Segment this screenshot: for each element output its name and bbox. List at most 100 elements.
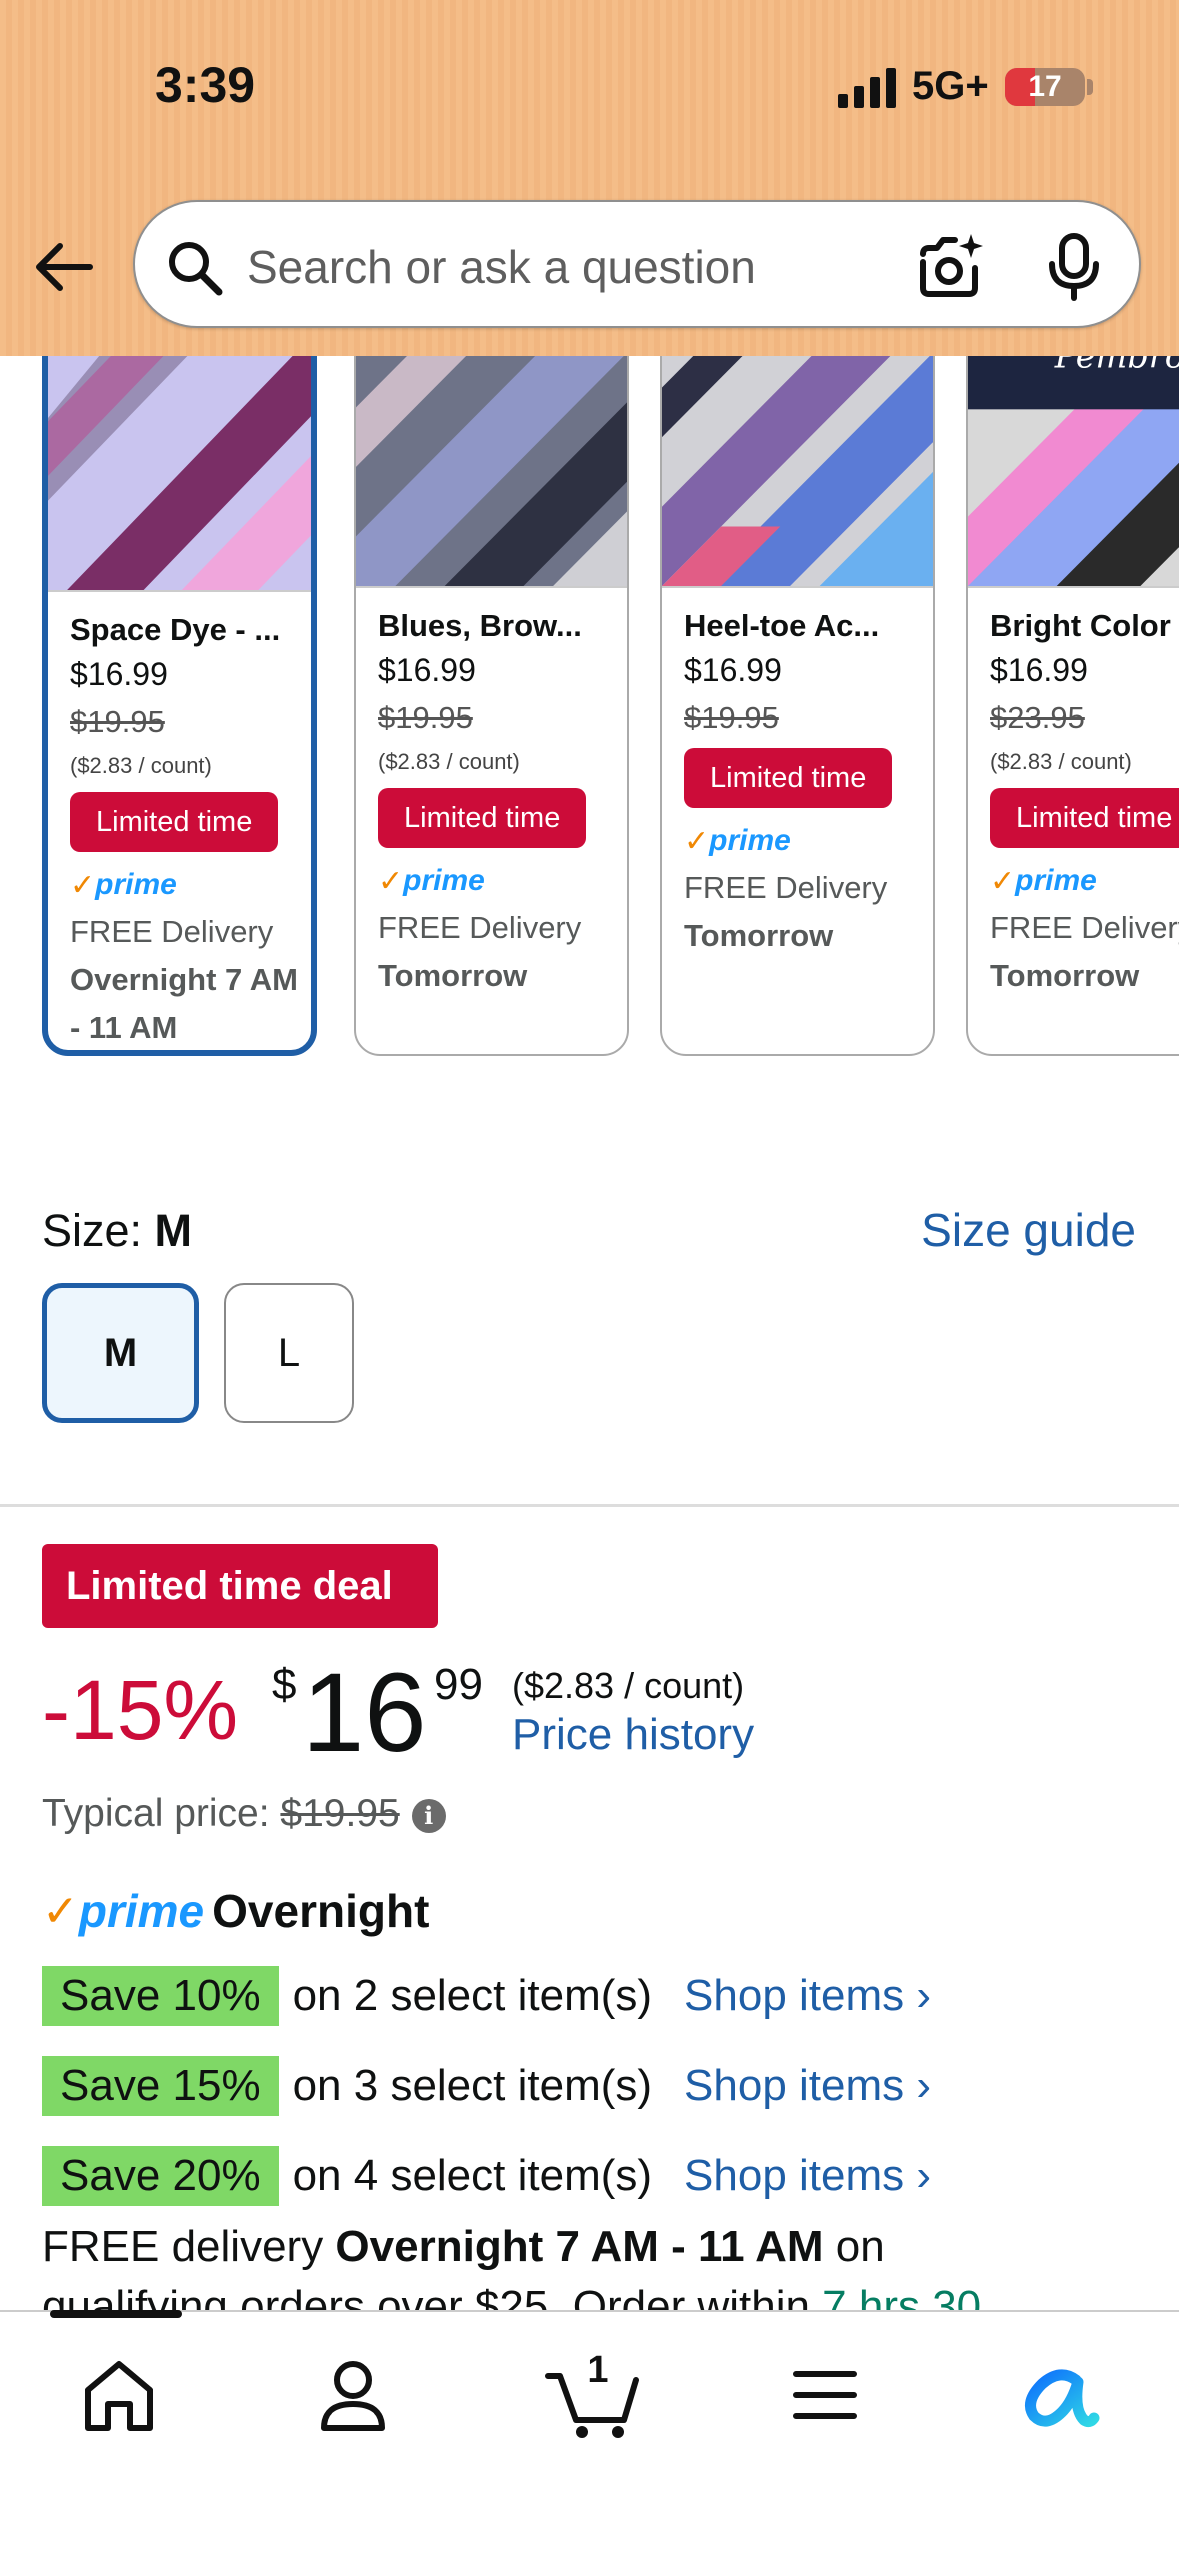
signal-icon xyxy=(838,68,896,108)
savings-row: Save 15% on 3 select item(s) Shop items … xyxy=(42,2056,931,2116)
home-indicator-area xyxy=(0,2496,1179,2556)
variant-unit-price: ($2.83 / count) xyxy=(990,749,1132,774)
variant-delivery: FREE Delivery xyxy=(990,910,1179,945)
discount-percent: -15% xyxy=(42,1663,239,1757)
prime-logo: ✓ prime xyxy=(990,864,1097,898)
account-icon[interactable] xyxy=(308,2350,398,2440)
bottom-tab-bar: 1 xyxy=(0,2310,1179,2556)
variant-title: Blues, Brow... xyxy=(378,608,582,643)
prime-logo: ✓ prime xyxy=(378,864,485,898)
prime-check-icon: ✓ xyxy=(42,1886,79,1936)
cart-icon[interactable]: 1 xyxy=(544,2336,644,2440)
savings-row: Save 10% on 2 select item(s) Shop items … xyxy=(42,1966,931,2026)
price-history-link[interactable]: Price history xyxy=(512,1710,754,1760)
limited-time-badge: Limited time xyxy=(70,792,279,852)
variant-price: $16.99 xyxy=(378,652,476,688)
prime-check-icon: ✓ xyxy=(990,864,1016,898)
camera-search-icon[interactable] xyxy=(915,232,985,300)
variant-title: Heel-toe Ac... xyxy=(684,608,880,643)
cart-count: 1 xyxy=(587,2349,608,2391)
typical-price: Typical price: $19.95 i xyxy=(42,1792,446,1836)
variant-title: Bright Color xyxy=(990,608,1171,643)
variant-card[interactable]: Heel-toe Ac... $16.99 $19.95 Limited tim… xyxy=(660,356,935,1056)
save-tag: Save 10% xyxy=(42,1966,279,2026)
info-icon[interactable]: i xyxy=(411,1798,446,1833)
price-fraction: 99 xyxy=(434,1660,483,1709)
search-icon xyxy=(169,242,223,296)
prime-check-icon: ✓ xyxy=(684,824,710,858)
prime-logo: ✓ prime xyxy=(684,824,791,858)
variant-delivery-date: Overnight 7 AM - 11 AM xyxy=(70,962,298,1045)
delivery-window: Overnight 7 AM - 11 AM xyxy=(335,2222,824,2271)
home-icon[interactable] xyxy=(74,2350,164,2440)
prime-check-icon: ✓ xyxy=(378,864,404,898)
battery-icon: 17 xyxy=(1005,68,1085,106)
prime-logo: ✓ prime xyxy=(70,868,177,902)
battery-tip xyxy=(1087,79,1093,95)
microphone-icon[interactable] xyxy=(1045,232,1103,302)
size-option-l[interactable]: L xyxy=(224,1283,354,1423)
variant-card[interactable]: Pembrook Bright Color $16.99 $23.95 ($2.… xyxy=(966,356,1179,1056)
variant-unit-price: ($2.83 / count) xyxy=(70,753,212,778)
save-tag: Save 15% xyxy=(42,2056,279,2116)
prime-overnight: ✓ prime Overnight xyxy=(42,1884,429,1938)
variant-delivery: FREE Delivery xyxy=(684,870,888,905)
shop-items-link[interactable]: Shop items › xyxy=(684,2061,931,2111)
variant-card[interactable]: Blues, Brow... $16.99 $19.95 ($2.83 / co… xyxy=(354,356,629,1056)
variant-delivery-date: Tomorrow xyxy=(684,918,834,953)
menu-icon[interactable] xyxy=(780,2350,870,2440)
product-page: 3:39 5G+ 17 Search or ask a question Spa… xyxy=(0,0,1179,2556)
search-input[interactable]: Search or ask a question xyxy=(247,240,756,294)
size-guide-link[interactable]: Size guide xyxy=(921,1203,1136,1257)
rufus-assistant-icon[interactable] xyxy=(1012,2350,1102,2440)
unit-price: ($2.83 / count) xyxy=(512,1665,745,1706)
limited-time-deal-badge: Limited time deal xyxy=(42,1544,438,1628)
size-option-m[interactable]: M xyxy=(42,1283,199,1423)
back-arrow-icon[interactable] xyxy=(30,232,100,302)
brand-logo: Pembrook xyxy=(1054,356,1179,376)
price-currency: $ xyxy=(272,1660,297,1709)
savings-row: Save 20% on 4 select item(s) Shop items … xyxy=(42,2146,931,2206)
battery-level: 17 xyxy=(1028,70,1062,103)
variant-list-price: $23.95 xyxy=(990,700,1085,735)
variant-delivery-date: Tomorrow xyxy=(990,958,1140,993)
limited-time-badge: Limited time xyxy=(378,788,587,848)
prime-overnight-label: Overnight xyxy=(212,1885,430,1937)
shop-items-link[interactable]: Shop items › xyxy=(684,2151,931,2201)
variant-title: Space Dye - ... xyxy=(70,612,281,647)
variant-delivery: FREE Delivery xyxy=(70,914,274,949)
selected-size: M xyxy=(154,1205,193,1256)
status-time: 3:39 xyxy=(155,57,256,113)
save-text: on 2 select item(s) xyxy=(292,1971,653,2020)
delivery-info: FREE delivery Overnight 7 AM - 11 AM on xyxy=(42,2222,885,2271)
variant-delivery-date: Tomorrow xyxy=(378,958,528,993)
section-divider xyxy=(0,1504,1179,1507)
variant-delivery: FREE Delivery xyxy=(378,910,582,945)
variant-swatch-image xyxy=(48,356,311,592)
size-label: Size: M xyxy=(42,1205,193,1256)
save-tag: Save 20% xyxy=(42,2146,279,2206)
limited-time-badge: Limited time xyxy=(990,788,1179,848)
variant-list-price: $19.95 xyxy=(378,700,473,735)
variant-list-price: $19.95 xyxy=(684,700,779,735)
save-text: on 4 select item(s) xyxy=(292,2151,653,2200)
variant-price: $16.99 xyxy=(70,656,168,692)
variant-swatch-image: Pembrook xyxy=(968,356,1179,588)
variant-swatch-image xyxy=(662,356,933,588)
variant-swatch-image xyxy=(356,356,627,588)
prime-logo: prime xyxy=(78,1885,205,1937)
variant-carousel[interactable]: Space Dye - ... $16.99 $19.95 ($2.83 / c… xyxy=(0,356,1179,1116)
variant-list-price: $19.95 xyxy=(70,704,165,739)
variant-price: $16.99 xyxy=(990,652,1088,688)
shop-items-link[interactable]: Shop items › xyxy=(684,1971,931,2021)
price-whole: 16 xyxy=(302,1650,427,1775)
network-type: 5G+ xyxy=(912,64,989,108)
search-bar[interactable]: Search or ask a question xyxy=(133,200,1141,328)
variant-unit-price: ($2.83 / count) xyxy=(378,749,520,774)
active-tab-indicator xyxy=(50,2310,182,2318)
prime-check-icon: ✓ xyxy=(70,868,96,902)
app-header: 3:39 5G+ 17 Search or ask a question xyxy=(0,0,1179,356)
variant-card[interactable]: Space Dye - ... $16.99 $19.95 ($2.83 / c… xyxy=(42,356,317,1056)
save-text: on 3 select item(s) xyxy=(292,2061,653,2110)
typical-price-value: $19.95 xyxy=(280,1792,400,1835)
